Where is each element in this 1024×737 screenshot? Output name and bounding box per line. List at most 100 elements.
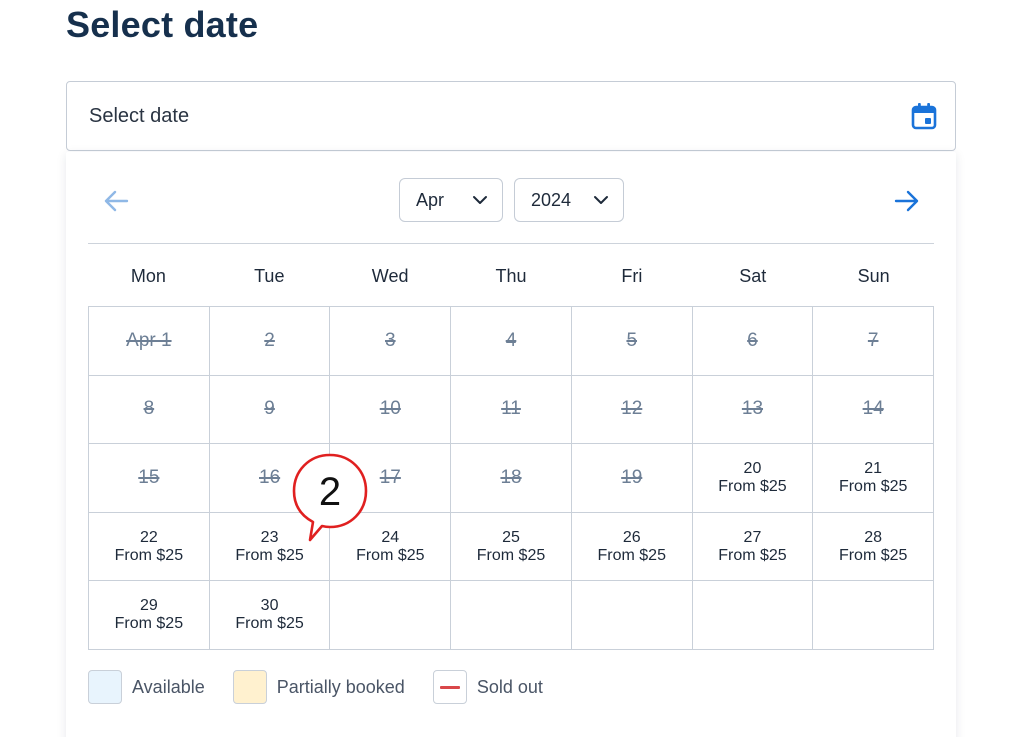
legend-label: Partially booked bbox=[276, 676, 405, 697]
day-price: From $25 bbox=[718, 546, 787, 564]
day-price: From $25 bbox=[718, 477, 787, 495]
day-price: From $25 bbox=[114, 546, 184, 564]
chevron-down-icon bbox=[594, 196, 608, 204]
calendar-day-cell: 4 bbox=[451, 307, 572, 376]
calendar-empty-cell bbox=[451, 581, 572, 650]
day-number: 3 bbox=[385, 329, 396, 351]
calendar-day-cell: 14 bbox=[813, 375, 935, 445]
weekday-header: Mon Tue Wed Thu Fri Sat Sun bbox=[88, 260, 934, 292]
year-select[interactable]: 2024 bbox=[514, 178, 624, 222]
calendar-nav: Apr 2024 bbox=[66, 152, 956, 244]
calendar-empty-cell bbox=[813, 581, 935, 650]
day-number: Apr 1 bbox=[126, 329, 172, 351]
month-select[interactable]: Apr bbox=[399, 178, 503, 222]
annotation-number: 2 bbox=[319, 470, 341, 514]
calendar-day-cell: 11 bbox=[451, 375, 572, 445]
day-number: 6 bbox=[747, 329, 758, 351]
day-number: 12 bbox=[621, 398, 643, 420]
calendar-week-row: 29 From $25 30 From $25 bbox=[89, 581, 935, 650]
day-number: 18 bbox=[500, 466, 522, 488]
day-number: 10 bbox=[379, 398, 401, 420]
calendar-day-cell: 10 bbox=[330, 375, 452, 445]
calendar-panel: Apr 2024 Mon Tue Wed Thu Fri Sat Sun Apr… bbox=[66, 152, 956, 737]
calendar-day-cell[interactable]: 30 From $25 bbox=[209, 581, 331, 650]
legend-item-partial: Partially booked bbox=[232, 670, 405, 704]
page-title: Select date bbox=[66, 4, 259, 45]
calendar-empty-cell bbox=[571, 581, 693, 650]
calendar-week-row: 22 From $25 23 From $25 24 From $25 25 From $25… bbox=[89, 512, 935, 582]
year-select-value: 2024 bbox=[531, 189, 572, 210]
day-number: 24 bbox=[381, 528, 400, 546]
day-number: 25 bbox=[502, 528, 520, 546]
weekday-label: Sun bbox=[857, 266, 890, 286]
calendar-day-cell[interactable]: 21 From $25 bbox=[813, 444, 935, 513]
arrow-right-icon bbox=[894, 190, 919, 212]
legend-label: Available bbox=[132, 676, 205, 697]
partial-swatch bbox=[232, 670, 267, 704]
calendar-day-cell: Apr 1 bbox=[89, 307, 210, 376]
arrow-left-icon bbox=[104, 190, 129, 212]
day-number: 26 bbox=[622, 528, 641, 546]
legend-label: Sold out bbox=[476, 676, 543, 697]
day-price: From $25 bbox=[838, 546, 908, 564]
legend-item-sold-out: Sold out bbox=[432, 670, 543, 704]
day-number: 20 bbox=[743, 459, 762, 477]
day-number: 15 bbox=[138, 466, 160, 488]
calendar-day-cell: 2 bbox=[209, 307, 331, 376]
day-number: 11 bbox=[501, 398, 521, 420]
calendar-day-cell: 15 bbox=[89, 444, 210, 513]
weekday-label: Mon bbox=[130, 266, 166, 286]
legend-item-available: Available bbox=[88, 670, 205, 704]
calendar-grid: Apr 1 2 3 4 5 6 7 8 9 10 11 12 13 14 15 16 17 18 19 20 From … bbox=[88, 306, 935, 650]
calendar-day-cell[interactable]: 28 From $25 bbox=[813, 512, 935, 582]
calendar-day-cell: 5 bbox=[571, 307, 693, 376]
calendar-day-cell[interactable]: 29 From $25 bbox=[89, 581, 210, 650]
day-number: 17 bbox=[379, 466, 401, 488]
day-price: From $25 bbox=[356, 546, 425, 564]
day-number: 4 bbox=[505, 329, 517, 351]
day-number: 27 bbox=[743, 528, 762, 546]
day-number: 13 bbox=[741, 398, 764, 420]
day-number: 16 bbox=[259, 466, 281, 488]
day-number: 8 bbox=[143, 398, 155, 420]
day-number: 28 bbox=[864, 528, 883, 546]
weekday-label: Fri bbox=[621, 266, 643, 286]
day-number: 2 bbox=[264, 329, 275, 351]
day-number: 14 bbox=[862, 398, 884, 420]
calendar-day-cell[interactable]: 25 From $25 bbox=[451, 512, 572, 582]
calendar-week-row: 8 9 10 11 12 13 14 bbox=[89, 375, 935, 445]
calendar-day-cell: 18 bbox=[451, 444, 572, 513]
annotation-callout: 2 bbox=[288, 449, 378, 545]
calendar-day-cell[interactable]: 22 From $25 bbox=[89, 512, 210, 582]
calendar-week-row: 15 16 17 18 19 20 From $25 21 From $25 bbox=[89, 444, 935, 513]
sold-out-swatch bbox=[432, 670, 467, 704]
day-number: 19 bbox=[621, 466, 643, 488]
calendar-day-cell: 12 bbox=[571, 375, 693, 445]
day-price: From $25 bbox=[838, 477, 908, 495]
date-input-label: Select date bbox=[89, 104, 190, 127]
weekday-label: Sat bbox=[739, 266, 767, 286]
calendar-day-cell: 9 bbox=[209, 375, 331, 445]
calendar-icon[interactable] bbox=[911, 102, 937, 130]
calendar-day-cell: 8 bbox=[89, 375, 210, 445]
calendar-day-cell: 3 bbox=[330, 307, 452, 376]
available-swatch bbox=[88, 670, 122, 704]
chevron-down-icon bbox=[473, 196, 487, 204]
calendar-day-cell[interactable]: 26 From $25 bbox=[571, 512, 693, 582]
weekday-label: Tue bbox=[254, 266, 285, 286]
prev-month-button[interactable] bbox=[101, 186, 131, 216]
day-number: 5 bbox=[626, 329, 638, 351]
day-number: 22 bbox=[139, 528, 158, 546]
day-number: 23 bbox=[260, 528, 279, 546]
calendar-day-cell[interactable]: 27 From $25 bbox=[692, 512, 814, 582]
day-price: From $25 bbox=[597, 546, 666, 564]
day-price: From $25 bbox=[476, 546, 546, 564]
calendar-day-cell: 19 bbox=[571, 444, 693, 513]
date-input[interactable]: Select date bbox=[66, 81, 956, 151]
calendar-week-row: Apr 1 2 3 4 5 6 7 bbox=[89, 307, 935, 376]
next-month-button[interactable] bbox=[892, 186, 922, 216]
day-number: 30 bbox=[260, 597, 279, 615]
day-number: 7 bbox=[867, 329, 879, 351]
day-price: From $25 bbox=[235, 615, 304, 633]
calendar-day-cell[interactable]: 20 From $25 bbox=[692, 444, 814, 513]
